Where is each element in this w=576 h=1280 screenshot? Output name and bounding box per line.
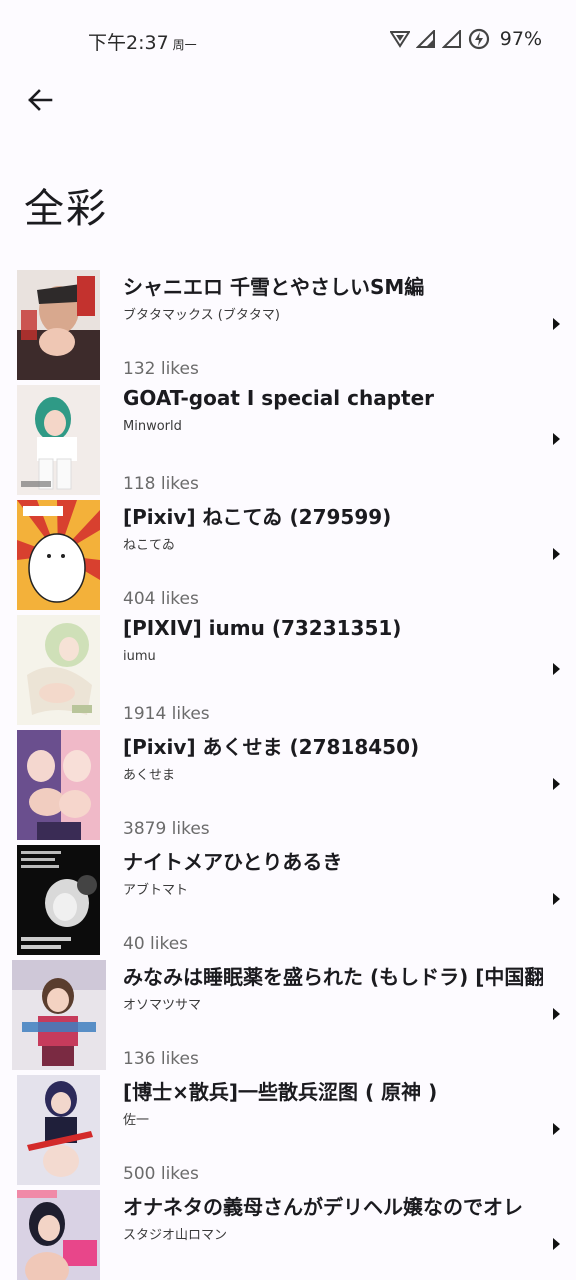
- item-title: シャニエロ 千雪とやさしいSM編: [123, 275, 425, 299]
- chevron-right-icon: [553, 893, 560, 905]
- battery-level: 97%: [499, 28, 542, 50]
- wifi-icon: [389, 31, 410, 48]
- list-item[interactable]: [Pixiv] ねこてゐ (279599) ねこてゐ 404 likes: [0, 497, 576, 612]
- item-author: Minworld: [123, 419, 182, 434]
- item-likes: 500 likes: [123, 1164, 199, 1184]
- item-likes: 3879 likes: [123, 819, 210, 839]
- item-title: [博士×散兵]一些散兵涩图 ( 原神 ): [123, 1080, 438, 1104]
- cover-thumbnail: [17, 500, 100, 610]
- chevron-right-icon: [553, 1123, 560, 1135]
- chevron-right-icon: [553, 1238, 560, 1250]
- item-author: あくせま: [123, 768, 176, 783]
- chevron-right-icon: [553, 663, 560, 675]
- item-title: オナネタの義母さんがデリヘル嬢なのでオレ: [123, 1195, 523, 1219]
- item-title: みなみは睡眠薬を盛られた (もしドラ) [中国翻: [123, 965, 543, 989]
- status-icons: 97%: [389, 28, 542, 50]
- chevron-right-icon: [553, 433, 560, 445]
- item-title: ナイトメアひとりあるき: [123, 850, 343, 874]
- item-author: iumu: [123, 649, 156, 664]
- item-author: アブトマト: [123, 883, 189, 898]
- item-likes: 1914 likes: [123, 704, 210, 724]
- item-author: 佐一: [123, 1113, 150, 1128]
- chevron-right-icon: [553, 548, 560, 560]
- list-item[interactable]: [博士×散兵]一些散兵涩图 ( 原神 ) 佐一 500 likes: [0, 1072, 576, 1187]
- list-item[interactable]: ナイトメアひとりあるき アブトマト 40 likes: [0, 842, 576, 957]
- item-likes: 118 likes: [123, 474, 199, 494]
- list-item[interactable]: [PIXIV] iumu (73231351) iumu 1914 likes: [0, 612, 576, 727]
- list-item[interactable]: オナネタの義母さんがデリヘル嬢なのでオレ スタジオ山ロマン: [0, 1187, 576, 1280]
- item-author: オソマツサマ: [123, 998, 202, 1013]
- cover-thumbnail: [17, 845, 100, 955]
- chevron-right-icon: [553, 778, 560, 790]
- cover-thumbnail: [17, 615, 100, 725]
- signal-icon-secondary: [441, 30, 461, 48]
- status-day: 周一: [172, 38, 197, 52]
- cover-thumbnail: [12, 960, 106, 1070]
- page-title: 全彩: [24, 186, 108, 232]
- status-bar: 下午2:37 周一 97%: [0, 0, 576, 80]
- item-author: スタジオ山ロマン: [123, 1228, 228, 1243]
- status-time-text: 下午2:37: [88, 32, 169, 54]
- gallery-list: シャニエロ 千雪とやさしいSM編 ブタタマックス (ブタタマ) 132 like…: [0, 267, 576, 1280]
- item-title: [PIXIV] iumu (73231351): [123, 616, 402, 640]
- list-item[interactable]: シャニエロ 千雪とやさしいSM編 ブタタマックス (ブタタマ) 132 like…: [0, 267, 576, 382]
- battery-saver-icon: [468, 28, 489, 50]
- signal-icon: [415, 30, 435, 48]
- list-item[interactable]: GOAT-goat I special chapter Minworld 118…: [0, 382, 576, 497]
- item-likes: 132 likes: [123, 359, 199, 379]
- item-likes: 136 likes: [123, 1049, 199, 1069]
- back-arrow-icon: [28, 89, 53, 111]
- item-likes: 40 likes: [123, 934, 189, 954]
- item-title: GOAT-goat I special chapter: [123, 386, 434, 410]
- item-author: ねこてゐ: [123, 538, 176, 553]
- cover-thumbnail: [17, 1075, 100, 1185]
- item-author: ブタタマックス (ブタタマ): [123, 308, 280, 323]
- item-likes: 404 likes: [123, 589, 199, 609]
- list-item[interactable]: みなみは睡眠薬を盛られた (もしドラ) [中国翻 オソマツサマ 136 like…: [0, 957, 576, 1072]
- item-title: [Pixiv] あくせま (27818450): [123, 735, 420, 759]
- list-item[interactable]: [Pixiv] あくせま (27818450) あくせま 3879 likes: [0, 727, 576, 842]
- chevron-right-icon: [553, 1008, 560, 1020]
- chevron-right-icon: [553, 318, 560, 330]
- cover-thumbnail: [17, 270, 100, 380]
- item-title: [Pixiv] ねこてゐ (279599): [123, 505, 392, 529]
- back-button[interactable]: [18, 78, 62, 122]
- cover-thumbnail: [17, 730, 100, 840]
- status-time: 下午2:37 周一: [88, 28, 197, 55]
- cover-thumbnail: [17, 1190, 100, 1280]
- cover-thumbnail: [17, 385, 100, 495]
